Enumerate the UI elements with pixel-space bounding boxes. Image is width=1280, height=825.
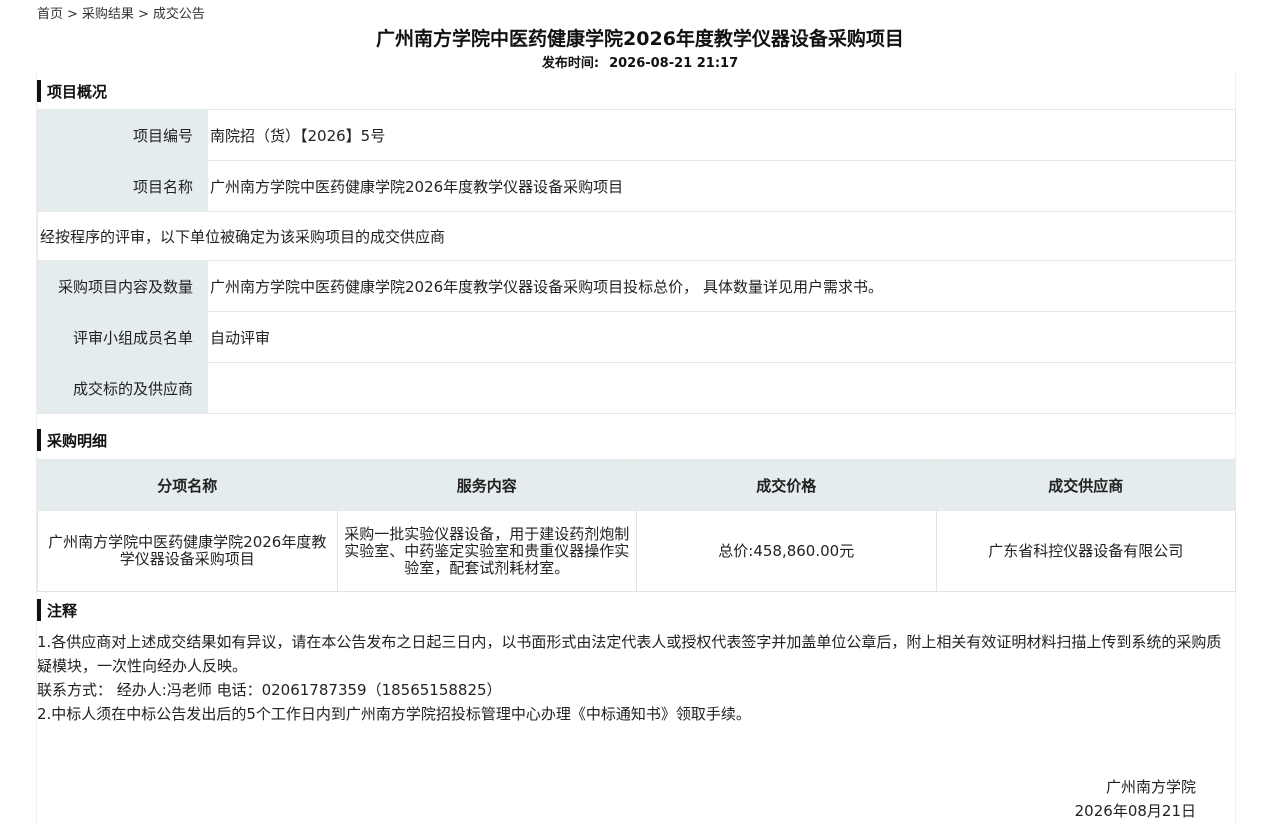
table-row: 项目编号 南院招（货）【2026】5号 — [37, 109, 1236, 161]
winner-label: 成交标的及供应商 — [37, 362, 208, 414]
breadcrumb-results-link[interactable]: 采购结果 — [82, 7, 134, 22]
project-name-value: 广州南方学院中医药健康学院2026年度教学仪器设备采购项目 — [207, 160, 1236, 212]
section-header-overview: 项目概况 — [37, 77, 1236, 105]
panel-value: 自动评审 — [207, 311, 1236, 363]
project-no-value: 南院招（货）【2026】5号 — [207, 109, 1236, 161]
project-name-label: 项目名称 — [37, 160, 208, 212]
section-marker — [37, 599, 41, 621]
note-line-1: 1.各供应商对上述成交结果如有异议，请在本公告发布之日起三日内，以书面形式由法定… — [37, 633, 1222, 675]
column-header-service: 服务内容 — [336, 459, 637, 511]
note-line-2: 2.中标人须在中标公告发出后的5个工作日内到广州南方学院招投标管理中心办理《中标… — [37, 705, 751, 723]
column-header-price: 成交价格 — [636, 459, 937, 511]
notes-body: 1.各供应商对上述成交结果如有异议，请在本公告发布之日起三日内，以书面形式由法定… — [37, 630, 1236, 726]
section-marker — [37, 429, 41, 451]
breadcrumb-current-link[interactable]: 成交公告 — [153, 7, 205, 22]
breadcrumb: 首页 > 采购结果 > 成交公告 — [37, 3, 205, 22]
table-row: 采购项目内容及数量 广州南方学院中医药健康学院2026年度教学仪器设备采购项目投… — [37, 260, 1236, 312]
section-marker — [37, 80, 41, 102]
section-title: 采购明细 — [47, 431, 108, 450]
publish-time: 发布时间: 2026-08-21 21:17 — [0, 52, 1280, 71]
page-title: 广州南方学院中医药健康学院2026年度教学仪器设备采购项目 — [376, 28, 904, 50]
content-label: 采购项目内容及数量 — [37, 260, 208, 312]
price-cell: 总价:458,860.00元 — [636, 510, 937, 592]
section-title: 项目概况 — [47, 82, 108, 101]
breadcrumb-home-link[interactable]: 首页 — [37, 7, 63, 22]
result-statement: 经按程序的评审，以下单位被确定为该采购项目的成交供应商 — [37, 211, 1236, 261]
winner-value — [207, 362, 1236, 414]
item-name-cell: 广州南方学院中医药健康学院2026年度教学仪器设备采购项目 — [37, 510, 338, 592]
details-table: 分项名称 服务内容 成交价格 成交供应商 广州南方学院中医药健康学院2026年度… — [37, 459, 1236, 592]
breadcrumb-separator: > — [67, 7, 78, 22]
table-header-row: 分项名称 服务内容 成交价格 成交供应商 — [37, 459, 1236, 511]
overview-table: 项目编号 南院招（货）【2026】5号 项目名称 广州南方学院中医药健康学院20… — [37, 109, 1236, 414]
panel-label: 评审小组成员名单 — [37, 311, 208, 363]
supplier-cell: 广东省科控仪器设备有限公司 — [935, 510, 1236, 592]
section-header-details: 采购明细 — [37, 426, 1236, 454]
service-cell: 采购一批实验仪器设备，用于建设药剂炮制实验室、中药鉴定实验室和贵重仪器操作实验室… — [336, 510, 637, 592]
column-header-item-name: 分项名称 — [37, 459, 338, 511]
content-value: 广州南方学院中医药健康学院2026年度教学仪器设备采购项目投标总价， 具体数量详… — [207, 260, 1236, 312]
section-header-notes: 注释 — [37, 596, 1236, 624]
table-row: 经按程序的评审，以下单位被确定为该采购项目的成交供应商 — [37, 211, 1236, 261]
publish-time-value: 2026-08-21 21:17 — [609, 56, 739, 71]
table-row: 评审小组成员名单 自动评审 — [37, 311, 1236, 363]
project-no-label: 项目编号 — [37, 109, 208, 161]
breadcrumb-separator: > — [137, 7, 149, 22]
signature-org: 广州南方学院 — [1105, 778, 1196, 796]
publish-time-label: 发布时间: — [541, 56, 600, 71]
table-row: 项目名称 广州南方学院中医药健康学院2026年度教学仪器设备采购项目 — [37, 160, 1236, 212]
column-header-supplier: 成交供应商 — [935, 459, 1236, 511]
announcement-page: 首页 > 采购结果 > 成交公告 广州南方学院中医药健康学院2026年度教学仪器设备采购… — [0, 0, 1280, 825]
contact-info: 联系方式： 经办人:冯老师 电话：02061787359（18565158825… — [37, 681, 502, 699]
signature-block: 广州南方学院 2026年08月21日 — [1075, 775, 1196, 823]
table-row: 广州南方学院中医药健康学院2026年度教学仪器设备采购项目 采购一批实验仪器设备… — [37, 510, 1236, 592]
section-title: 注释 — [47, 601, 78, 620]
table-row: 成交标的及供应商 — [37, 362, 1236, 414]
signature-date: 2026年08月21日 — [1074, 802, 1196, 820]
